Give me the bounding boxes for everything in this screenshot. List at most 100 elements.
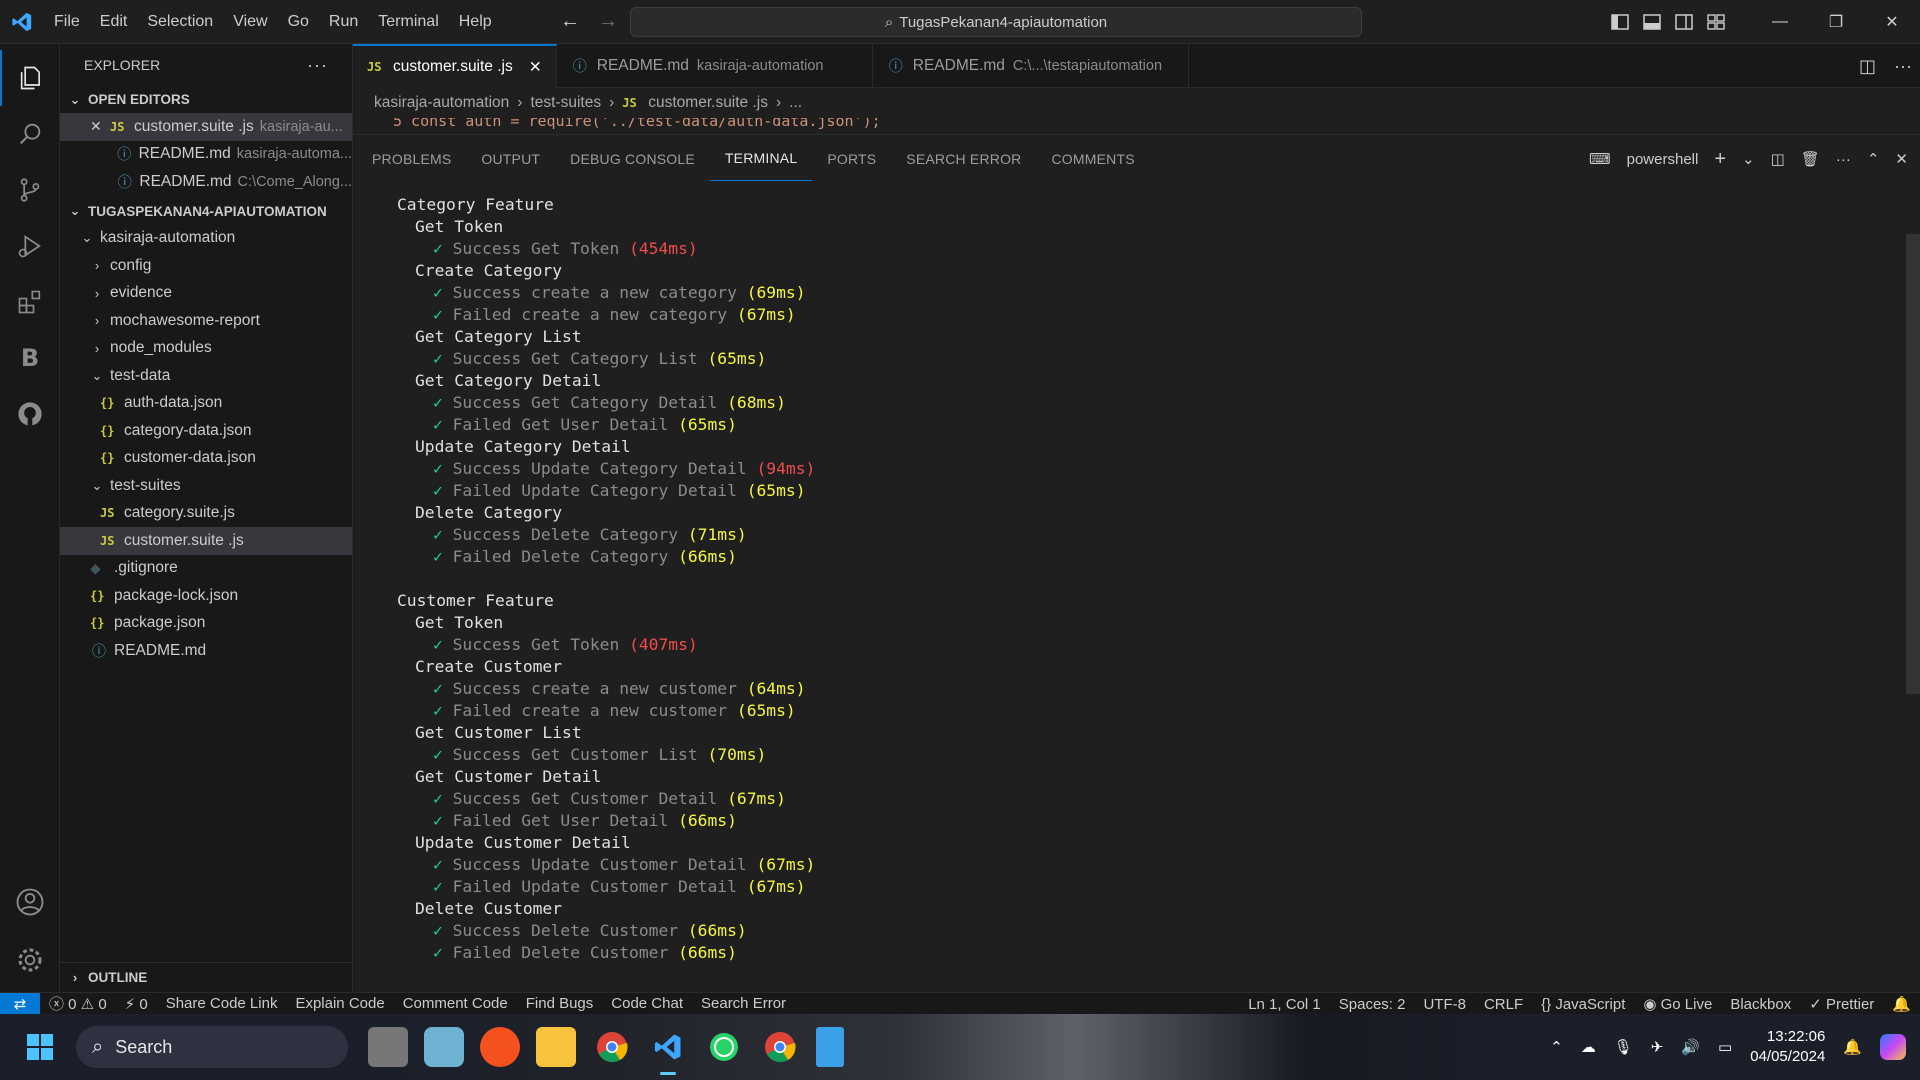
open-editor-item[interactable]: ⓘ README.md C:\Come_Along... <box>60 168 352 196</box>
close-icon[interactable]: ✕ <box>90 118 104 135</box>
menu-file[interactable]: File <box>44 0 90 44</box>
menu-terminal[interactable]: Terminal <box>368 0 448 44</box>
split-terminal-icon[interactable]: ◫ <box>1771 150 1785 168</box>
tab-readme[interactable]: ⓘ README.md kasiraja-automation <box>557 44 873 88</box>
encoding[interactable]: UTF-8 <box>1414 996 1475 1013</box>
trash-icon[interactable]: 🗑 <box>1801 150 1820 168</box>
copilot-icon[interactable] <box>1880 1034 1906 1060</box>
tab-search-error[interactable]: SEARCH ERROR <box>891 136 1036 182</box>
tab-ports[interactable]: PORTS <box>812 136 891 182</box>
more-actions-icon[interactable]: ··· <box>307 55 328 76</box>
more-actions-icon[interactable]: ··· <box>1894 56 1912 77</box>
breadcrumb-item[interactable]: customer.suite .js <box>648 94 768 112</box>
breadcrumb-item[interactable]: ... <box>789 94 802 112</box>
explorer-icon[interactable] <box>0 50 60 106</box>
tab-customer-suite[interactable]: JS customer.suite .js ✕ <box>353 44 557 88</box>
toggle-primary-sidebar-icon[interactable] <box>1604 14 1636 30</box>
taskbar-search[interactable]: ⌕ Search <box>76 1026 348 1068</box>
folder-item[interactable]: ⌄ test-suites <box>60 472 352 500</box>
customize-layout-icon[interactable] <box>1700 14 1732 30</box>
vscode-taskbar-icon[interactable] <box>648 1027 688 1075</box>
explain-code[interactable]: Explain Code <box>286 995 393 1012</box>
menu-edit[interactable]: Edit <box>90 0 138 44</box>
restore-icon[interactable]: ❐ <box>1808 0 1864 44</box>
terminal-shell-label[interactable]: powershell <box>1627 151 1699 168</box>
run-debug-icon[interactable] <box>0 218 60 274</box>
folder-item[interactable]: ⌄ kasiraja-automation <box>60 225 352 253</box>
notification-bell-icon[interactable]: 🔔 <box>1843 1038 1862 1056</box>
menu-go[interactable]: Go <box>278 0 319 44</box>
breadcrumb-item[interactable]: test-suites <box>530 94 601 112</box>
clock[interactable]: 13:22:06 04/05/2024 <box>1750 1027 1825 1067</box>
file-item[interactable]: {} category-data.json <box>60 417 352 445</box>
minimize-icon[interactable]: — <box>1752 0 1808 44</box>
folder-item[interactable]: › config <box>60 252 352 280</box>
toggle-secondary-sidebar-icon[interactable] <box>1668 14 1700 30</box>
open-editor-item[interactable]: ✕ JS customer.suite .js kasiraja-au... <box>60 113 352 141</box>
file-item[interactable]: JS category.suite.js <box>60 500 352 528</box>
find-bugs[interactable]: Find Bugs <box>517 995 603 1012</box>
chrome-icon[interactable] <box>592 1027 632 1067</box>
whatsapp-icon[interactable] <box>704 1027 744 1067</box>
extensions-icon[interactable] <box>0 274 60 330</box>
close-icon[interactable]: ✕ <box>529 58 542 77</box>
problems-status[interactable]: ⓧ 0 ⚠ 0 <box>40 993 116 1014</box>
end-of-line[interactable]: CRLF <box>1475 996 1532 1013</box>
share-code-link[interactable]: Share Code Link <box>157 995 287 1012</box>
tab-output[interactable]: OUTPUT <box>466 136 555 182</box>
blackbox-status[interactable]: Blackbox <box>1721 996 1800 1013</box>
split-editor-icon[interactable]: ◫ <box>1859 56 1876 77</box>
code-line[interactable]: 5 const auth = require('../test-data/aut… <box>353 118 1920 132</box>
file-item[interactable]: {} package-lock.json <box>60 582 352 610</box>
file-item[interactable]: {} auth-data.json <box>60 390 352 418</box>
cursor-position[interactable]: Ln 1, Col 1 <box>1239 996 1330 1013</box>
airplane-mode-icon[interactable]: ✈ <box>1651 1038 1664 1056</box>
source-control-icon[interactable] <box>0 162 60 218</box>
new-terminal-icon[interactable]: + <box>1714 148 1726 171</box>
folder-item[interactable]: › node_modules <box>60 335 352 363</box>
close-panel-icon[interactable]: ✕ <box>1895 150 1908 168</box>
open-editor-item[interactable]: ⓘ README.md kasiraja-automa... <box>60 141 352 169</box>
notifications-bell-icon[interactable]: 🔔 <box>1883 995 1920 1013</box>
menu-selection[interactable]: Selection <box>137 0 223 44</box>
folder-item[interactable]: › mochawesome-report <box>60 307 352 335</box>
maximize-panel-icon[interactable]: ⌃ <box>1867 150 1880 168</box>
terminal-scrollbar[interactable] <box>1906 234 1920 694</box>
search-error[interactable]: Search Error <box>692 995 795 1012</box>
manage-gear-icon[interactable] <box>0 932 60 988</box>
file-item[interactable]: {} customer-data.json <box>60 445 352 473</box>
ports-status[interactable]: ⚡ 0 <box>116 995 157 1013</box>
code-chat[interactable]: Code Chat <box>602 995 692 1012</box>
menu-view[interactable]: View <box>223 0 277 44</box>
go-live[interactable]: ◉ Go Live <box>1634 995 1721 1013</box>
tab-debug-console[interactable]: DEBUG CONSOLE <box>555 136 710 182</box>
tab-readme[interactable]: ⓘ README.md C:\...\testapiautomation <box>873 44 1189 88</box>
folder-item[interactable]: › evidence <box>60 280 352 308</box>
chrome-icon[interactable] <box>760 1027 800 1067</box>
account-icon[interactable] <box>0 874 60 930</box>
back-arrow-icon[interactable]: ← <box>560 10 580 33</box>
blackbox-icon[interactable]: B <box>0 330 60 386</box>
file-item[interactable]: ⓘ README.md <box>60 637 352 665</box>
file-explorer-icon[interactable] <box>536 1027 576 1067</box>
indentation[interactable]: Spaces: 2 <box>1330 996 1415 1013</box>
breadcrumb-item[interactable]: kasiraja-automation <box>374 94 509 112</box>
windows-start-icon[interactable] <box>0 1033 80 1061</box>
onedrive-cloud-icon[interactable]: ☁ <box>1581 1038 1596 1056</box>
toggle-panel-icon[interactable] <box>1636 14 1668 30</box>
open-editors-section[interactable]: ⌄ OPEN EDITORS <box>60 86 352 113</box>
volume-icon[interactable]: 🔊 <box>1681 1038 1700 1056</box>
folder-item[interactable]: ⌄ test-data <box>60 362 352 390</box>
microphone-icon[interactable]: 🎙 <box>1614 1038 1633 1056</box>
search-view-icon[interactable] <box>0 106 60 162</box>
chevron-up-icon[interactable]: ⌃ <box>1550 1038 1563 1056</box>
menu-help[interactable]: Help <box>449 0 502 44</box>
task-view-icon[interactable] <box>368 1027 408 1067</box>
forward-arrow-icon[interactable]: → <box>598 10 618 33</box>
tab-terminal[interactable]: TERMINAL <box>709 136 813 181</box>
file-item[interactable]: JS customer.suite .js <box>60 527 352 555</box>
app-icon[interactable] <box>424 1027 464 1067</box>
prettier-status[interactable]: ✓ Prettier <box>1800 995 1883 1013</box>
tab-problems[interactable]: PROBLEMS <box>357 136 466 182</box>
comment-code[interactable]: Comment Code <box>394 995 517 1012</box>
